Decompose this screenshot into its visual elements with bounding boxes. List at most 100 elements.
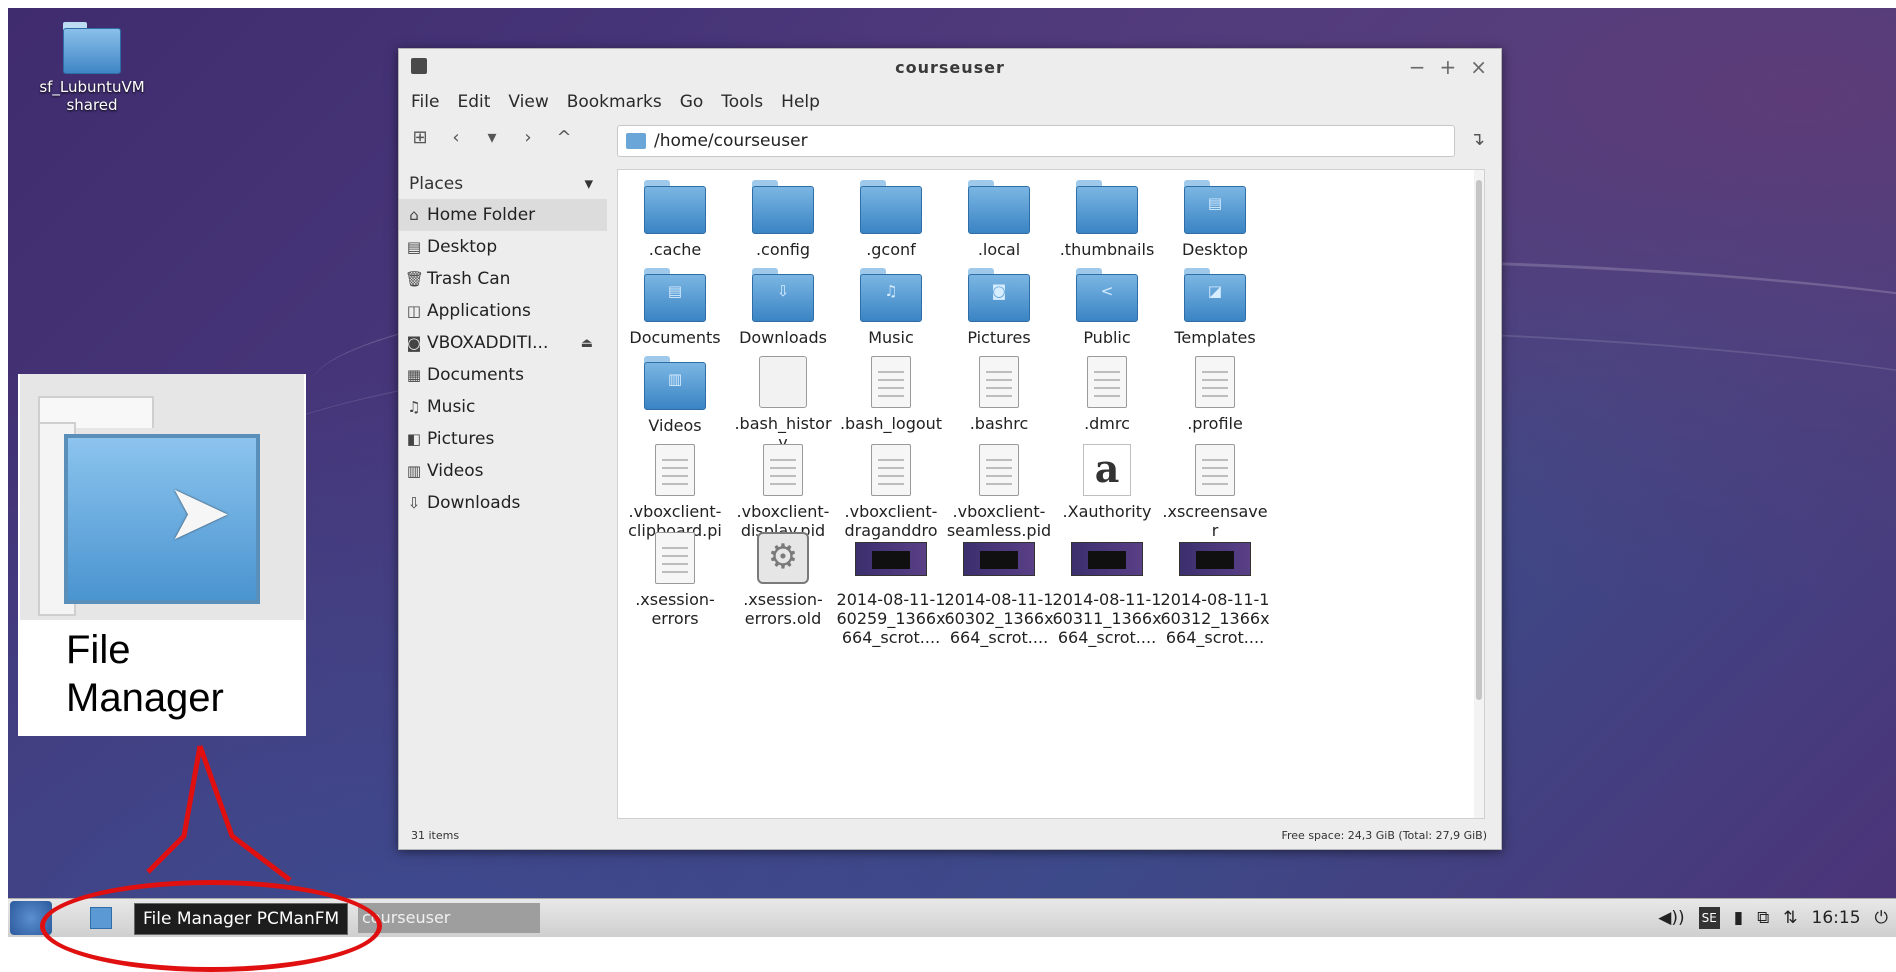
- menu-go[interactable]: Go: [680, 92, 704, 112]
- folder-icon: ▤: [644, 268, 706, 322]
- sidebar-item[interactable]: ▤ Desktop: [399, 231, 607, 263]
- menu-file[interactable]: File: [411, 92, 439, 112]
- sidebar-item[interactable]: ▥ Videos: [399, 455, 607, 487]
- history-dropdown-icon[interactable]: ▾: [481, 127, 503, 148]
- file-name: Desktop: [1182, 240, 1248, 259]
- places-title: Places: [409, 174, 464, 194]
- sidebar-item[interactable]: ⌂ Home Folder: [399, 199, 607, 231]
- zoom-callout: ➤ File Manager: [18, 374, 306, 736]
- text-file-icon: [871, 356, 911, 408]
- folder-icon: ▤: [1184, 180, 1246, 234]
- folder-icon: ◪: [1184, 268, 1246, 322]
- taskbar-window-button[interactable]: courseuser: [358, 903, 540, 933]
- folder-glyph-icon: ◙: [991, 282, 1007, 300]
- image-thumbnail-icon: [1179, 542, 1251, 576]
- image-thumbnail-icon: [855, 542, 927, 576]
- sidebar-item-icon: ▥: [406, 462, 422, 480]
- file-item[interactable]: ▤ Desktop: [1150, 180, 1280, 259]
- folder-glyph-icon: ▥: [667, 370, 683, 388]
- text-file-icon: [871, 444, 911, 496]
- text-file-icon: [1195, 444, 1235, 496]
- folder-glyph-icon: ♫: [884, 282, 898, 300]
- desktop-icon-label: shared: [66, 96, 118, 114]
- menu-bookmarks[interactable]: Bookmarks: [567, 92, 662, 112]
- back-arrow-icon[interactable]: ‹: [445, 127, 467, 148]
- file-item[interactable]: .xscreensave r: [1150, 444, 1280, 540]
- callout-label: Manager: [66, 676, 224, 720]
- sidebar-item-label: VBOXADDITI...: [427, 333, 549, 353]
- network-monitor-icon[interactable]: ⧉: [1757, 907, 1769, 929]
- places-header[interactable]: Places ▾: [399, 169, 607, 199]
- sidebar-item-label: Home Folder: [427, 205, 536, 225]
- chevron-down-icon[interactable]: ▾: [584, 174, 593, 194]
- sidebar-item[interactable]: ◫ Applications: [399, 295, 607, 327]
- folder-icon: [1076, 180, 1138, 234]
- scrollbar[interactable]: [1474, 170, 1484, 818]
- sidebar-item[interactable]: 🗑 Trash Can: [399, 263, 607, 295]
- sidebar-item-icon: ⇩: [407, 494, 421, 512]
- battery-icon[interactable]: ▮: [1734, 907, 1743, 929]
- settings-file-icon: ⚙: [757, 532, 809, 584]
- sidebar-item[interactable]: ◙ VBOXADDITI... ⏏: [399, 327, 607, 359]
- places-sidebar: Places ▾ ⌂ Home Folder ▤ Desktop 🗑 Trash Can ◫…: [399, 169, 607, 817]
- xauthority-file-icon: a: [1083, 444, 1131, 496]
- close-button[interactable]: ×: [1470, 55, 1487, 79]
- sidebar-item-label: Downloads: [427, 493, 521, 513]
- zoomed-file-manager-icon: ➤: [20, 374, 304, 620]
- folder-icon: ♫: [860, 268, 922, 322]
- sidebar-item[interactable]: ◧ Pictures: [399, 423, 607, 455]
- power-icon[interactable]: ⏻: [1875, 907, 1888, 929]
- sidebar-item[interactable]: ▦ Documents: [399, 359, 607, 391]
- highlight-ellipse: [40, 880, 382, 972]
- location-bar[interactable]: /home/courseuser: [617, 125, 1455, 157]
- maximize-button[interactable]: +: [1439, 55, 1456, 79]
- window-titlebar[interactable]: courseuser − + ×: [399, 49, 1501, 85]
- folder-glyph-icon: ◪: [1207, 282, 1223, 300]
- folder-icon: [752, 180, 814, 234]
- folder-icon: ◙: [968, 268, 1030, 322]
- sidebar-item[interactable]: ♫ Music: [399, 391, 607, 423]
- folder-icon: ▥: [644, 356, 706, 410]
- file-item[interactable]: ◪ Templates: [1150, 268, 1280, 347]
- eject-icon[interactable]: ⏏: [581, 336, 593, 351]
- folder-glyph-icon: <: [1100, 282, 1114, 300]
- sidebar-item[interactable]: ⇩ Downloads: [399, 487, 607, 519]
- sidebar-item-icon: ◫: [406, 302, 422, 320]
- menu-help[interactable]: Help: [781, 92, 820, 112]
- scrollbar-thumb[interactable]: [1476, 180, 1482, 700]
- status-bar: 31 items Free space: 24,3 GiB (Total: 27…: [399, 821, 1501, 849]
- blank-file-icon: [759, 356, 807, 408]
- keyboard-layout-indicator[interactable]: SE: [1698, 907, 1720, 929]
- sidebar-item-label: Pictures: [427, 429, 495, 449]
- forward-arrow-icon[interactable]: ›: [517, 127, 539, 148]
- image-thumbnail-icon: [1071, 542, 1143, 576]
- network-arrows-icon[interactable]: ⇅: [1783, 907, 1797, 929]
- file-manager-window: courseuser − + × File Edit View Bookmark…: [398, 48, 1502, 850]
- folder-icon: [63, 22, 121, 74]
- volume-icon[interactable]: ◀)): [1658, 907, 1684, 929]
- folder-icon: ⇩: [752, 268, 814, 322]
- file-item[interactable]: .profile: [1150, 356, 1280, 433]
- up-arrow-icon[interactable]: ^: [553, 127, 575, 148]
- text-file-icon: [655, 532, 695, 584]
- menu-view[interactable]: View: [508, 92, 548, 112]
- home-icon: [626, 133, 646, 149]
- go-arrow-icon[interactable]: ↴: [1470, 129, 1485, 150]
- window-app-icon[interactable]: [411, 58, 427, 74]
- menu-edit[interactable]: Edit: [457, 92, 490, 112]
- minimize-button[interactable]: −: [1409, 55, 1426, 79]
- menu-tools[interactable]: Tools: [721, 92, 763, 112]
- sidebar-item-label: Trash Can: [427, 269, 511, 289]
- file-item[interactable]: 2014-08-11-1 60312_1366x 664_scrot....: [1150, 532, 1280, 647]
- sidebar-item-icon: ▦: [406, 366, 422, 384]
- new-tab-icon[interactable]: ⊞: [409, 127, 431, 148]
- window-title: courseuser: [895, 57, 1005, 77]
- clock[interactable]: 16:15: [1812, 907, 1861, 929]
- file-view: .cache .config .gconf .local .thumbnails ▤ Des…: [617, 169, 1485, 819]
- sidebar-item-icon: ⌂: [409, 206, 419, 224]
- text-file-icon: [979, 444, 1019, 496]
- system-tray: ◀)) SE ▮ ⧉ ⇅ 16:15 ⏻: [1658, 907, 1888, 929]
- status-free-space: Free space: 24,3 GiB (Total: 27,9 GiB): [1281, 829, 1487, 842]
- desktop-icon-shared-folder[interactable]: sf_LubuntuVM shared: [32, 22, 152, 114]
- text-file-icon: [655, 444, 695, 496]
